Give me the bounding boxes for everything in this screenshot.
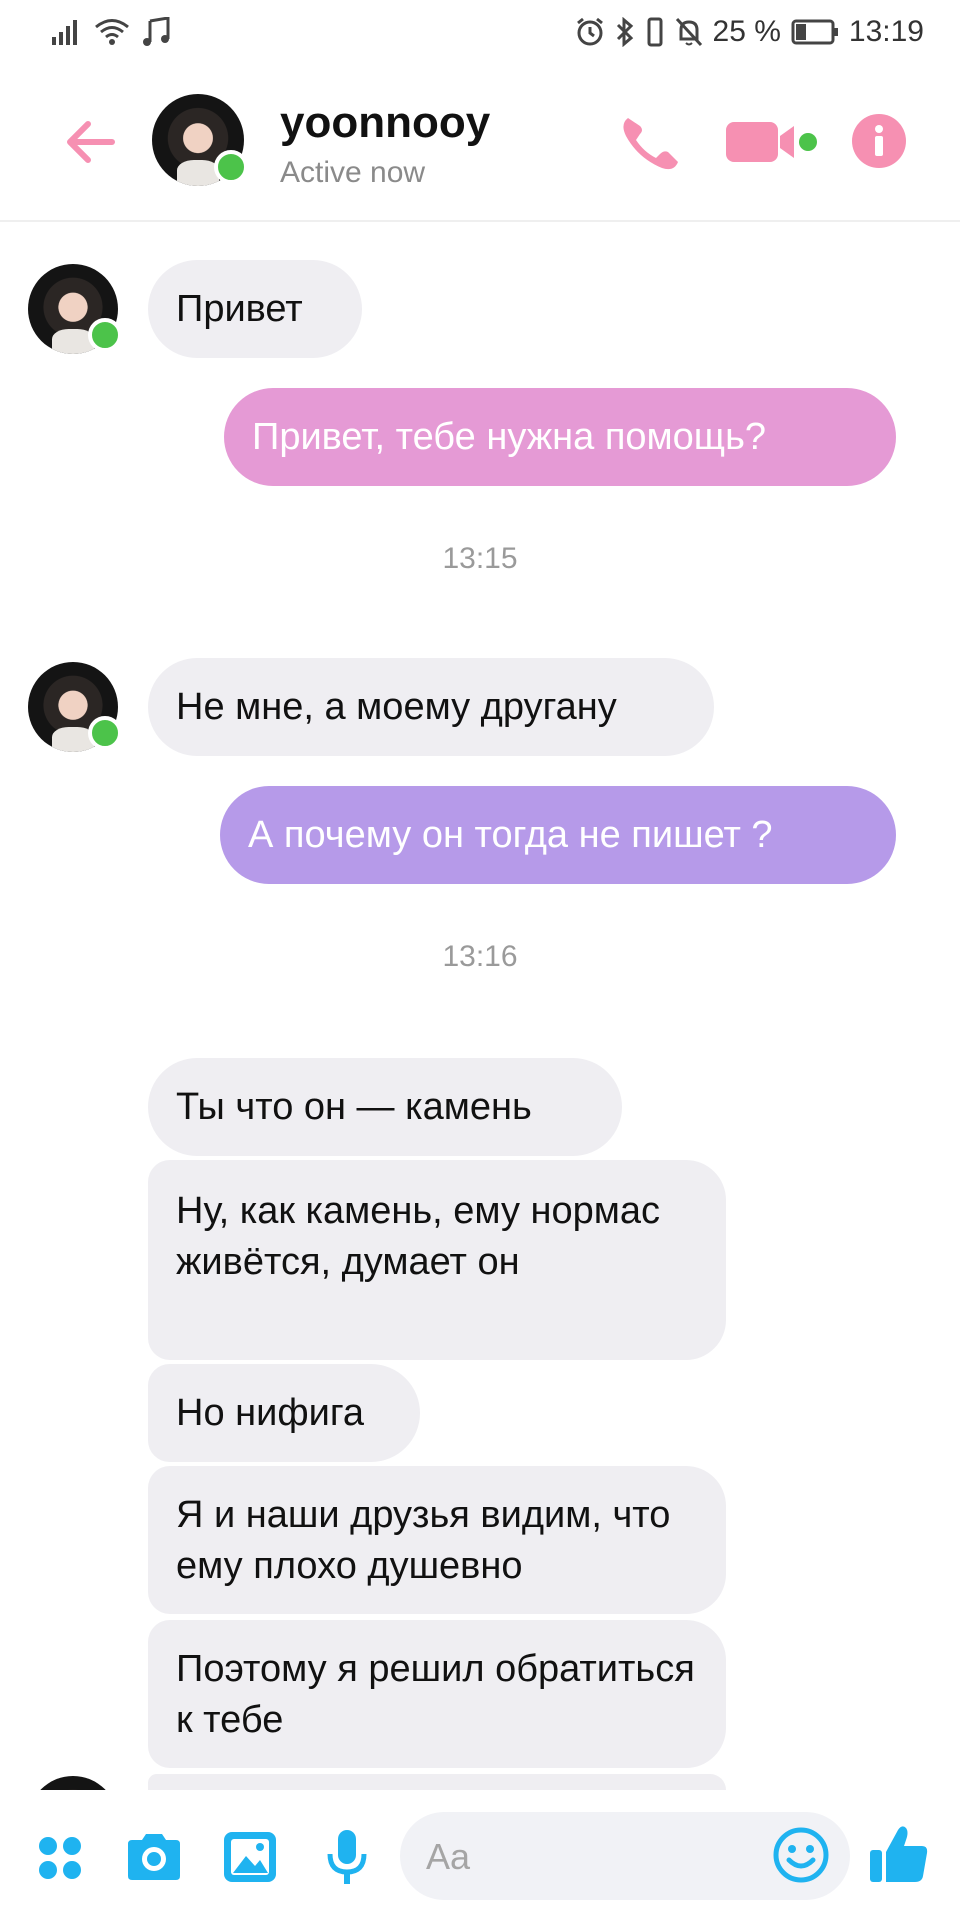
image-icon bbox=[224, 1832, 276, 1882]
phone-icon bbox=[623, 118, 678, 170]
video-call-button[interactable] bbox=[724, 118, 820, 166]
message-outgoing[interactable]: Привет, тебе нужна помощь? bbox=[224, 388, 896, 486]
apps-icon bbox=[39, 1837, 81, 1879]
camera-icon bbox=[128, 1834, 180, 1880]
message-incoming[interactable]: Ну, как камень, ему нормас живётся, дума… bbox=[148, 1160, 726, 1360]
alarm-icon bbox=[575, 17, 605, 47]
message-incoming[interactable]: Ты что он — камень bbox=[148, 1058, 622, 1156]
message-incoming[interactable]: Не мне, а моему другану bbox=[148, 658, 714, 756]
message-input[interactable] bbox=[424, 1826, 758, 1888]
status-bar: 25 % 13:19 bbox=[0, 0, 960, 64]
bell-off-icon bbox=[675, 17, 703, 47]
info-button[interactable] bbox=[852, 114, 906, 168]
message-composer bbox=[400, 1812, 850, 1900]
contact-status: Active now bbox=[280, 156, 426, 189]
vibrate-icon bbox=[645, 17, 665, 47]
thumbs-up-icon bbox=[870, 1826, 928, 1882]
call-button[interactable] bbox=[616, 110, 686, 174]
message-incoming[interactable]: Привет bbox=[148, 260, 362, 358]
video-camera-icon bbox=[726, 122, 817, 162]
like-button[interactable] bbox=[868, 1822, 932, 1891]
message-incoming[interactable]: Я и наши друзья видим, что ему плохо душ… bbox=[148, 1466, 726, 1614]
message-outgoing[interactable]: А почему он тогда не пишет ? bbox=[220, 786, 896, 884]
contact-avatar[interactable] bbox=[152, 94, 248, 186]
status-time: 13:19 bbox=[848, 15, 924, 48]
online-indicator bbox=[214, 150, 248, 184]
wifi-icon bbox=[94, 18, 130, 46]
bluetooth-icon bbox=[615, 17, 635, 47]
message-timestamp: 13:16 bbox=[442, 940, 518, 973]
signal-icon bbox=[52, 19, 82, 45]
sender-avatar bbox=[28, 264, 122, 354]
contact-name[interactable]: yoonnooy bbox=[280, 98, 490, 148]
message-incoming[interactable]: Поэтому я решил обратиться к тебе bbox=[148, 1620, 726, 1768]
sender-avatar bbox=[28, 662, 122, 752]
gallery-button[interactable] bbox=[222, 1830, 278, 1889]
info-icon bbox=[875, 125, 883, 156]
message-incoming[interactable]: Но нифига bbox=[148, 1364, 420, 1462]
back-arrow-icon bbox=[67, 121, 115, 163]
composer-bar bbox=[0, 1790, 960, 1920]
sender-avatar bbox=[28, 1776, 118, 1790]
chat-header: yoonnooy Active now bbox=[0, 64, 960, 222]
battery-percent: 25 % bbox=[712, 15, 781, 48]
camera-button[interactable] bbox=[124, 1830, 184, 1889]
battery-icon bbox=[791, 19, 839, 45]
emoji-icon bbox=[773, 1827, 829, 1883]
emoji-button[interactable] bbox=[772, 1826, 830, 1884]
apps-button[interactable] bbox=[36, 1834, 84, 1887]
microphone-icon bbox=[327, 1830, 367, 1884]
voice-button[interactable] bbox=[326, 1828, 368, 1893]
back-button[interactable] bbox=[60, 112, 120, 172]
message-incoming-partial bbox=[148, 1774, 726, 1790]
message-timestamp: 13:15 bbox=[442, 542, 518, 575]
music-note-icon bbox=[142, 17, 170, 47]
